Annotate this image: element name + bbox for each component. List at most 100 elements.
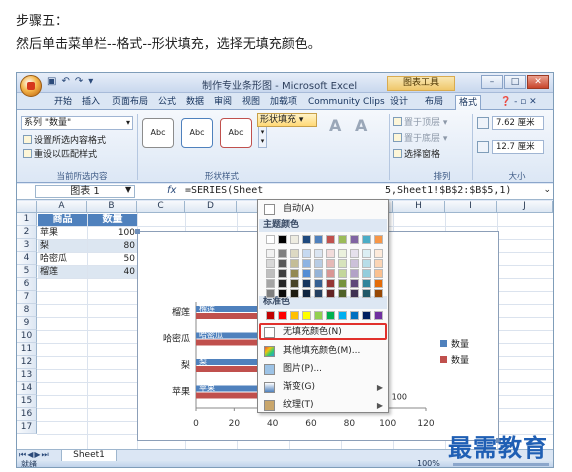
standard-color-swatch[interactable]	[278, 311, 287, 320]
theme-color-swatch[interactable]	[266, 279, 275, 288]
close-button[interactable]: ✕	[527, 75, 549, 89]
help-icon[interactable]: ❓ - ▫ ✕	[497, 95, 540, 110]
theme-color-swatch[interactable]	[314, 235, 323, 244]
standard-color-swatch[interactable]	[350, 311, 359, 320]
theme-color-swatch[interactable]	[362, 235, 371, 244]
standard-color-swatch[interactable]	[266, 311, 275, 320]
wordart-fill-icon[interactable]: A	[329, 116, 341, 135]
name-box-dropdown-icon[interactable]: ▼	[125, 185, 131, 194]
tab-community-clips[interactable]: Community Clips	[305, 95, 388, 110]
customize-qat-icon[interactable]: ▾	[88, 76, 93, 87]
theme-color-swatch[interactable]	[350, 235, 359, 244]
theme-color-swatch[interactable]	[302, 269, 311, 278]
theme-color-swatch[interactable]	[350, 289, 359, 298]
theme-color-swatch[interactable]	[278, 249, 287, 258]
theme-color-swatch[interactable]	[278, 279, 287, 288]
theme-color-swatch[interactable]	[326, 235, 335, 244]
theme-color-swatch[interactable]	[374, 269, 383, 278]
format-selection-button[interactable]: 设置所选内容格式	[23, 133, 106, 146]
column-header[interactable]: A	[37, 201, 87, 213]
theme-color-swatch[interactable]	[314, 279, 323, 288]
theme-color-swatch[interactable]	[302, 249, 311, 258]
theme-color-swatch[interactable]	[374, 289, 383, 298]
shape-fill-button[interactable]: 形状填充 ▾	[257, 113, 317, 127]
save-icon[interactable]: ▣	[47, 76, 56, 87]
reset-to-match-style-button[interactable]: 重设以匹配样式	[23, 147, 97, 160]
theme-color-swatch[interactable]	[314, 269, 323, 278]
theme-color-swatch[interactable]	[314, 259, 323, 268]
gradient-fill-option[interactable]: 渐变(G) ▶	[259, 380, 387, 395]
column-header[interactable]: C	[137, 201, 185, 213]
redo-icon[interactable]: ↷	[75, 76, 83, 87]
row-header[interactable]: 4	[17, 252, 37, 265]
shape-width-input[interactable]: 12.7 厘米	[492, 140, 544, 154]
standard-color-swatch[interactable]	[290, 311, 299, 320]
theme-color-swatch[interactable]	[266, 235, 275, 244]
theme-color-swatch[interactable]	[266, 289, 275, 298]
theme-color-swatch[interactable]	[290, 249, 299, 258]
picture-fill-option[interactable]: 图片(P)...	[259, 362, 387, 377]
theme-color-swatch[interactable]	[326, 249, 335, 258]
theme-color-swatch[interactable]	[314, 289, 323, 298]
row-header[interactable]: 9	[17, 317, 37, 330]
tab-view[interactable]: 视图	[239, 95, 263, 110]
undo-icon[interactable]: ↶	[61, 76, 69, 87]
bring-to-front-button[interactable]: 置于顶层 ▾	[393, 115, 447, 128]
tab-addins[interactable]: 加载项	[267, 95, 300, 110]
theme-color-swatch[interactable]	[362, 269, 371, 278]
standard-color-swatch[interactable]	[362, 311, 371, 320]
theme-color-swatch[interactable]	[374, 259, 383, 268]
theme-color-swatch[interactable]	[290, 235, 299, 244]
tab-insert[interactable]: 插入	[79, 95, 103, 110]
select-all-corner[interactable]	[17, 201, 37, 213]
theme-color-swatch[interactable]	[362, 259, 371, 268]
column-header[interactable]: B	[87, 201, 137, 213]
standard-color-swatch[interactable]	[326, 311, 335, 320]
texture-fill-option[interactable]: 纹理(T) ▶	[259, 398, 387, 413]
theme-color-swatch[interactable]	[338, 249, 347, 258]
row-header[interactable]: 1	[17, 213, 37, 226]
theme-color-swatch[interactable]	[338, 259, 347, 268]
column-header[interactable]: D	[185, 201, 237, 213]
selection-pane-button[interactable]: 选择窗格	[393, 147, 440, 160]
standard-color-swatch[interactable]	[302, 311, 311, 320]
tab-review[interactable]: 审阅	[211, 95, 235, 110]
row-header[interactable]: 5	[17, 265, 37, 278]
send-to-back-button[interactable]: 置于底层 ▾	[393, 131, 447, 144]
theme-color-swatch[interactable]	[362, 289, 371, 298]
theme-color-swatch[interactable]	[290, 279, 299, 288]
minimize-button[interactable]: –	[481, 75, 503, 89]
tab-home[interactable]: 开始	[51, 95, 75, 110]
row-header[interactable]: 2	[17, 226, 37, 239]
chart-elements-select[interactable]: 系列 "数量"	[21, 116, 133, 130]
theme-color-swatch[interactable]	[290, 269, 299, 278]
standard-color-swatch[interactable]	[314, 311, 323, 320]
theme-color-swatch[interactable]	[338, 279, 347, 288]
theme-color-swatch[interactable]	[362, 249, 371, 258]
theme-color-swatch[interactable]	[326, 279, 335, 288]
row-header[interactable]: 15	[17, 395, 37, 408]
row-header[interactable]: 12	[17, 356, 37, 369]
theme-color-swatch[interactable]	[302, 235, 311, 244]
column-header[interactable]: J	[497, 201, 553, 213]
theme-color-swatch[interactable]	[362, 279, 371, 288]
shape-style-preset-1[interactable]: Abc	[142, 118, 174, 148]
row-header[interactable]: 14	[17, 382, 37, 395]
more-fill-colors-option[interactable]: 其他填充颜色(M)...	[259, 344, 387, 359]
insert-function-icon[interactable]: fx	[167, 185, 176, 196]
theme-color-swatch[interactable]	[290, 289, 299, 298]
theme-color-swatch[interactable]	[350, 259, 359, 268]
row-header[interactable]: 8	[17, 304, 37, 317]
theme-color-swatch[interactable]	[338, 289, 347, 298]
row-header[interactable]: 13	[17, 369, 37, 382]
theme-color-swatch[interactable]	[326, 259, 335, 268]
formula-input[interactable]: =SERIES(Sheet	[185, 185, 263, 196]
theme-color-swatch[interactable]	[350, 279, 359, 288]
theme-color-swatch[interactable]	[350, 269, 359, 278]
row-header[interactable]: 16	[17, 408, 37, 421]
row-header[interactable]: 3	[17, 239, 37, 252]
theme-color-swatch[interactable]	[278, 235, 287, 244]
shape-style-preset-2[interactable]: Abc	[181, 118, 213, 148]
theme-color-swatch[interactable]	[266, 269, 275, 278]
theme-color-swatch[interactable]	[326, 289, 335, 298]
